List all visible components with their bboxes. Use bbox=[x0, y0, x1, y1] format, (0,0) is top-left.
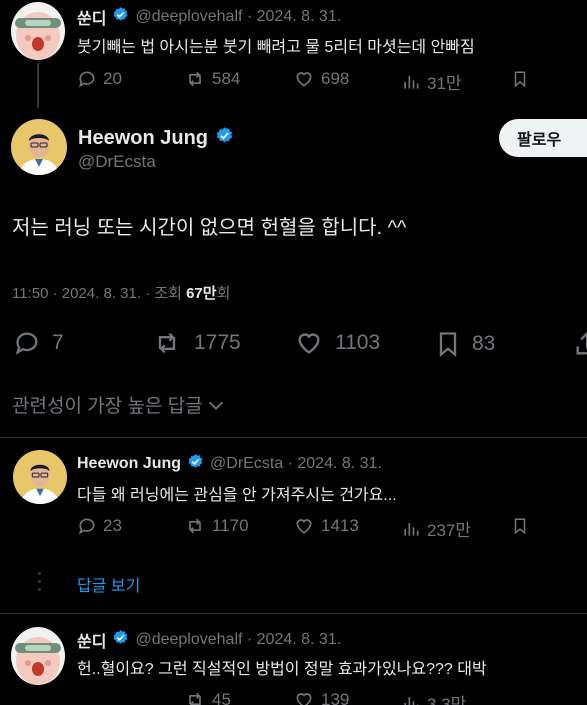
like-icon bbox=[296, 72, 312, 87]
reply-icon bbox=[78, 518, 95, 535]
main-tweet-like-count: 1103 bbox=[335, 331, 381, 354]
main-tweet-view-suffix: 회 bbox=[216, 285, 231, 302]
verified-badge-icon bbox=[215, 126, 234, 151]
retweet-icon bbox=[189, 518, 201, 534]
reply-1-handle-date[interactable]: @DrEcsta · 2024. 8. 31. bbox=[210, 455, 382, 473]
retweet-icon bbox=[189, 71, 201, 87]
like-icon bbox=[298, 333, 320, 354]
avatar-heewon-reply[interactable] bbox=[13, 450, 67, 504]
tweet-top-views-button[interactable]: 31만 bbox=[401, 69, 462, 94]
reply-1-header: Heewon Jung @DrEcsta · 2024. 8. 31. bbox=[77, 453, 382, 475]
sort-replies-dropdown[interactable]: 관련성이 가장 높은 답글 bbox=[12, 391, 227, 418]
main-tweet-retweet-button[interactable]: 1775 bbox=[150, 329, 241, 357]
verified-badge-icon bbox=[112, 629, 129, 651]
thread-dot bbox=[38, 588, 41, 591]
tweet-top-retweet-count: 584 bbox=[212, 69, 241, 88]
retweet-icon bbox=[189, 692, 201, 705]
avatar-sundi-top[interactable] bbox=[11, 2, 65, 60]
tweet-top-text: 붓기빼는 법 아시는분 붓기 빼려고 물 5리터 마셧는데 안빠짐 bbox=[77, 39, 475, 56]
main-tweet-reply-count: 7 bbox=[52, 331, 64, 354]
avatar-heewon-main[interactable] bbox=[11, 119, 67, 175]
chevron-down-icon bbox=[208, 401, 223, 410]
bookmark-icon bbox=[514, 71, 526, 88]
main-tweet-retweet-count: 1775 bbox=[194, 331, 241, 354]
tweet-top-like-button[interactable]: 698 bbox=[293, 69, 349, 89]
views-icon bbox=[404, 75, 419, 89]
tweet-top-display-name[interactable]: 쑨디 bbox=[77, 5, 106, 29]
reply-1-like-button[interactable]: 1413 bbox=[293, 516, 359, 536]
thread-line bbox=[37, 63, 39, 108]
sort-replies-label: 관련성이 가장 높은 답글 bbox=[12, 396, 203, 417]
reply-2-like-button[interactable]: 139 bbox=[293, 690, 349, 705]
reply-1-views-count: 237만 bbox=[427, 521, 472, 540]
tweet-top-header: 쑨디 @deeplovehalf · 2024. 8. 31. bbox=[77, 5, 341, 29]
reply-2-text: 헌..혈이요? 그런 직설적인 방법이 정말 효과가있나요??? 대박 bbox=[77, 661, 487, 678]
reply-1-bookmark-button[interactable] bbox=[511, 516, 535, 536]
views-icon bbox=[404, 696, 419, 705]
main-tweet-handle[interactable]: @DrEcsta bbox=[78, 152, 156, 172]
tweet-top-views-count: 31만 bbox=[427, 74, 462, 93]
reply-1-text: 다들 왜 러닝에는 관심을 안 가져주시는 건가요... bbox=[77, 487, 397, 504]
reply-2-like-count: 139 bbox=[321, 690, 350, 705]
reply-icon bbox=[15, 332, 38, 355]
retweet-icon bbox=[158, 332, 176, 354]
divider bbox=[0, 613, 587, 614]
like-icon bbox=[296, 519, 312, 534]
main-tweet-bookmark-count: 83 bbox=[472, 332, 496, 355]
reply-1-retweet-count: 1170 bbox=[212, 516, 249, 535]
tweet-top-retweet-button[interactable]: 584 bbox=[184, 69, 240, 89]
reply-1-display-name[interactable]: Heewon Jung bbox=[77, 455, 181, 473]
reply-1-reply-button[interactable]: 23 bbox=[77, 516, 122, 536]
thread-dot bbox=[38, 572, 41, 575]
tweet-top-reply-button[interactable]: 20 bbox=[77, 69, 122, 89]
reply-2-views-button[interactable]: 3.3만 bbox=[401, 690, 466, 705]
main-tweet-text: 저는 러닝 또는 시간이 없으면 헌혈을 합니다. ^^ bbox=[12, 217, 407, 239]
reply-icon bbox=[78, 71, 95, 88]
avatar-sundi-reply[interactable] bbox=[11, 627, 65, 685]
show-replies-link[interactable]: 답글 보기 bbox=[77, 572, 140, 596]
reply-1-reply-count: 23 bbox=[103, 516, 122, 535]
bookmark-icon bbox=[514, 518, 526, 535]
tweet-top-handle-date[interactable]: @deeplovehalf · 2024. 8. 31. bbox=[135, 8, 341, 26]
main-tweet-timestamp[interactable]: 11:50 · 2024. 8. 31. · 조회 bbox=[12, 285, 186, 302]
main-tweet-meta: 11:50 · 2024. 8. 31. · 조회 67만회 bbox=[12, 282, 230, 303]
reply-2-views-count: 3.3만 bbox=[427, 695, 467, 705]
main-tweet-view-count: 67만 bbox=[186, 285, 217, 302]
like-icon bbox=[296, 693, 312, 705]
main-tweet-reply-button[interactable]: 7 bbox=[12, 329, 64, 357]
main-tweet-name-row: Heewon Jung bbox=[78, 126, 234, 151]
bookmark-icon bbox=[439, 332, 457, 357]
main-tweet-share-button[interactable] bbox=[573, 329, 587, 359]
reply-2-retweet-count: 45 bbox=[212, 690, 231, 705]
reply-2-header: 쑨디 @deeplovehalf · 2024. 8. 31. bbox=[77, 628, 341, 652]
follow-button[interactable]: 팔로우 bbox=[499, 119, 587, 157]
reply-1-like-count: 1413 bbox=[321, 516, 359, 535]
main-tweet-bookmark-button[interactable]: 83 bbox=[434, 329, 495, 359]
tweet-top-bookmark-button[interactable] bbox=[511, 69, 535, 89]
verified-badge-icon bbox=[187, 453, 204, 475]
share-icon bbox=[576, 331, 587, 355]
tweet-top-reply-count: 20 bbox=[103, 69, 122, 88]
thread-dot bbox=[38, 580, 41, 583]
reply-1-retweet-button[interactable]: 1170 bbox=[184, 516, 249, 536]
views-icon bbox=[404, 522, 419, 536]
main-tweet-display-name[interactable]: Heewon Jung bbox=[78, 127, 208, 150]
reply-2-handle-date[interactable]: @deeplovehalf · 2024. 8. 31. bbox=[135, 631, 341, 649]
tweet-top-like-count: 698 bbox=[321, 69, 350, 88]
verified-badge-icon bbox=[112, 6, 129, 28]
reply-2-display-name[interactable]: 쑨디 bbox=[77, 628, 106, 652]
reply-2-retweet-button[interactable]: 45 bbox=[184, 690, 231, 705]
reply-1-views-button[interactable]: 237만 bbox=[401, 516, 471, 541]
main-tweet-like-button[interactable]: 1103 bbox=[293, 329, 380, 357]
divider bbox=[0, 437, 587, 438]
